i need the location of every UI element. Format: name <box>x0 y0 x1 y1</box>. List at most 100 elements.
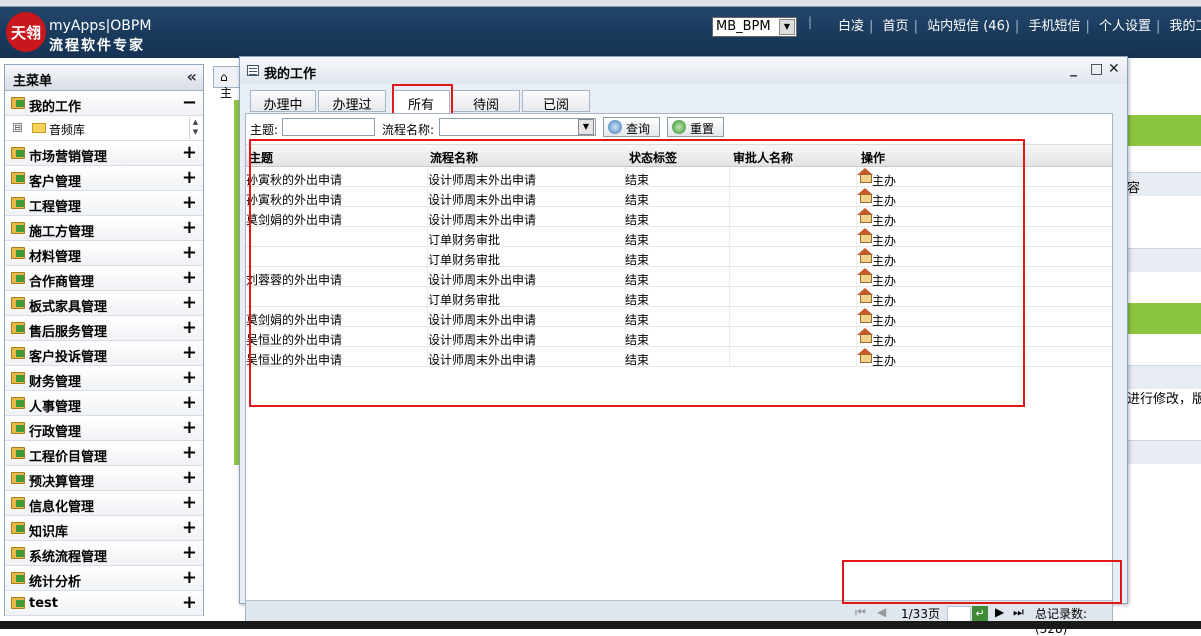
sidebar-item-label: 行政管理 <box>29 425 82 440</box>
sidebar-item-label: 信息化管理 <box>29 500 95 515</box>
sidebar-item-label: 施工方管理 <box>29 225 95 240</box>
highlight-box <box>249 139 1025 407</box>
sidebar-title: 主菜单 <box>13 74 53 89</box>
close-icon[interactable]: ✕ <box>1108 61 1120 77</box>
folder-icon <box>11 197 25 209</box>
search-bar: 主题: 流程名称: ▼ 查询 重置 <box>246 114 1112 140</box>
tab-to-read[interactable]: 待阅 <box>452 90 520 113</box>
expand-icon[interactable]: + <box>182 567 197 588</box>
expand-icon[interactable]: + <box>182 517 197 538</box>
tree-toggle-icon[interactable]: ⊟ <box>13 123 22 132</box>
expand-icon[interactable]: + <box>182 317 197 338</box>
sidebar-item[interactable]: 客户管理 + <box>5 166 203 191</box>
sidebar-item[interactable]: test + <box>5 591 203 616</box>
reset-button[interactable]: 重置 <box>667 117 724 137</box>
expand-icon[interactable]: + <box>182 192 197 213</box>
sidebar-item[interactable]: 人事管理 + <box>5 391 203 416</box>
next-page-icon[interactable]: ▶ <box>995 605 1004 619</box>
expand-icon[interactable]: + <box>182 267 197 288</box>
app-select[interactable]: MB_BPM ▼ <box>712 17 797 37</box>
expand-icon[interactable]: + <box>182 142 197 163</box>
home-link[interactable]: 首页 <box>883 19 909 34</box>
sidebar-item[interactable]: 板式家具管理 + <box>5 291 203 316</box>
collapse-icon[interactable]: « <box>187 67 197 86</box>
expand-icon[interactable]: + <box>182 392 197 413</box>
sidebar-item-label: 系统流程管理 <box>29 550 108 565</box>
expand-icon[interactable]: + <box>182 417 197 438</box>
window-icon <box>247 65 259 76</box>
dialog-title: 我的工作 <box>264 67 317 82</box>
logo-seal-text: 天翎 <box>10 23 41 42</box>
expand-icon[interactable]: + <box>182 492 197 513</box>
go-page-icon[interactable]: ↵ <box>972 606 988 622</box>
sidebar-subitem-audio[interactable]: ⊟ 音频库 ▲ ▼ <box>5 116 203 141</box>
expand-icon[interactable]: + <box>182 442 197 463</box>
sidebar-item[interactable]: 材料管理 + <box>5 241 203 266</box>
collapse-toggle-icon[interactable]: − <box>182 92 197 113</box>
panel-row <box>1128 365 1201 389</box>
sms-link[interactable]: 手机短信 <box>1028 19 1080 34</box>
flow-name-select[interactable] <box>439 118 596 136</box>
sidebar-item[interactable]: 工程管理 + <box>5 191 203 216</box>
expand-icon[interactable]: + <box>182 592 197 613</box>
folder-icon <box>11 422 25 434</box>
tab-handled[interactable]: 办理过 <box>318 90 386 113</box>
tab-in-progress[interactable]: 办理中 <box>250 90 316 113</box>
messages-link[interactable]: 站内短信 (46) <box>927 19 1010 34</box>
scroll-arrows-icon[interactable]: ▲ ▼ <box>189 117 201 139</box>
brand-name: myApps|OBPM <box>49 18 152 34</box>
settings-link[interactable]: 个人设置 <box>1099 19 1151 34</box>
refresh-icon <box>672 120 686 134</box>
sidebar-item[interactable]: 统计分析 + <box>5 566 203 591</box>
dialog-titlebar[interactable]: 我的工作 _ □ ✕ <box>240 57 1127 84</box>
expand-icon[interactable]: + <box>182 542 197 563</box>
sidebar-item-label: 客户管理 <box>29 175 82 190</box>
query-button-label: 查询 <box>626 122 651 136</box>
sidebar-item[interactable]: 信息化管理 + <box>5 491 203 516</box>
sidebar-item-label: 财务管理 <box>29 375 82 390</box>
user-name-link[interactable]: 白凌 <box>838 19 864 34</box>
sidebar-item[interactable]: 客户投诉管理 + <box>5 341 203 366</box>
folder-icon <box>11 322 25 334</box>
sidebar-item-label: 合作商管理 <box>29 275 95 290</box>
sidebar-item[interactable]: 合作商管理 + <box>5 266 203 291</box>
sidebar-item[interactable]: 施工方管理 + <box>5 216 203 241</box>
my-work-link[interactable]: 我的工作 <box>1170 19 1201 34</box>
brand-slogan: 流程软件专家 <box>49 38 145 54</box>
sidebar-item[interactable]: 财务管理 + <box>5 366 203 391</box>
sidebar-item-label: 工程管理 <box>29 200 82 215</box>
expand-icon[interactable]: + <box>182 167 197 188</box>
sidebar-item[interactable]: 知识库 + <box>5 516 203 541</box>
minimize-icon[interactable]: _ <box>1070 61 1077 77</box>
app-select-value: MB_BPM <box>716 19 771 34</box>
sidebar-item[interactable]: 预决算管理 + <box>5 466 203 491</box>
sidebar-item-my-work[interactable]: 我的工作 − <box>5 91 203 116</box>
sidebar-item[interactable]: 系统流程管理 + <box>5 541 203 566</box>
expand-icon[interactable]: + <box>182 367 197 388</box>
sidebar-item[interactable]: 工程价目管理 + <box>5 441 203 466</box>
last-page-icon[interactable]: ⏭ <box>1013 605 1024 620</box>
expand-icon[interactable]: + <box>182 342 197 363</box>
sidebar-item[interactable]: 市场营销管理 + <box>5 141 203 166</box>
subject-input[interactable] <box>282 118 375 136</box>
folder-icon <box>11 222 25 234</box>
expand-icon[interactable]: + <box>182 217 197 238</box>
expand-icon[interactable]: + <box>182 467 197 488</box>
folder-icon <box>11 97 25 109</box>
expand-icon[interactable]: + <box>182 242 197 263</box>
prev-page-icon[interactable]: ◀ <box>877 605 886 619</box>
chevron-down-icon[interactable]: ▼ <box>779 19 795 35</box>
query-button[interactable]: 查询 <box>603 117 660 137</box>
sidebar-item[interactable]: 行政管理 + <box>5 416 203 441</box>
highlight-box <box>842 560 1122 604</box>
panel-row <box>1128 248 1201 272</box>
maximize-icon[interactable]: □ <box>1090 61 1103 77</box>
tab-read[interactable]: 已阅 <box>522 90 590 113</box>
expand-icon[interactable]: + <box>182 292 197 313</box>
my-work-dialog: 我的工作 _ □ ✕ 办理中 办理过 所有 待阅 已阅 主题: 流程名称: ▼ … <box>239 56 1128 636</box>
chevron-down-icon[interactable]: ▼ <box>578 119 594 135</box>
sidebar-item[interactable]: 售后服务管理 + <box>5 316 203 341</box>
panel-text: 容 <box>1127 181 1141 196</box>
first-page-icon[interactable]: ⏮ <box>855 605 866 620</box>
sidebar-item-label: 市场营销管理 <box>29 150 108 165</box>
